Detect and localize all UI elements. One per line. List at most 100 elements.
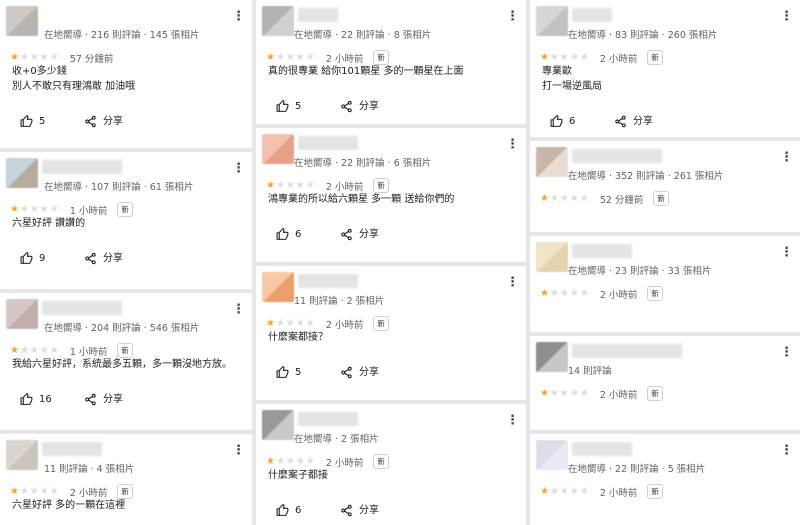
more-options-icon[interactable]: ⋮: [780, 151, 793, 164]
more-options-icon[interactable]: ⋮: [506, 10, 519, 23]
more-options-icon[interactable]: ⋮: [506, 138, 519, 151]
new-badge: 新: [373, 178, 389, 193]
more-options-icon[interactable]: ⋮: [780, 346, 793, 359]
review-time: 57 分鐘前: [69, 53, 114, 65]
like-count: 5: [295, 101, 302, 112]
like-button[interactable]: 6: [276, 227, 301, 243]
reviewer-name-redacted[interactable]: [42, 301, 122, 315]
like-button[interactable]: 5: [276, 365, 301, 381]
avatar[interactable]: [6, 299, 38, 329]
reviewer-name-redacted[interactable]: [298, 8, 338, 22]
avatar[interactable]: [536, 6, 568, 36]
thumbs-up-icon: [276, 365, 295, 378]
more-options-icon[interactable]: ⋮: [506, 414, 519, 427]
more-options-icon[interactable]: ⋮: [232, 162, 245, 175]
more-options-icon[interactable]: ⋮: [232, 10, 245, 23]
like-button[interactable]: 5: [20, 114, 45, 130]
avatar[interactable]: [262, 272, 294, 302]
like-button[interactable]: 5: [276, 99, 301, 115]
avatar[interactable]: [262, 6, 294, 36]
share-button[interactable]: 分享: [614, 114, 653, 130]
share-icon: [84, 393, 103, 405]
reviewer-name-redacted[interactable]: [42, 160, 122, 174]
review-card: 在地嚮導 · 23 則評論 · 33 張相片 ⋮ ★★★★★ 2 小時前新: [530, 236, 800, 332]
more-options-icon[interactable]: ⋮: [780, 10, 793, 23]
more-options-icon[interactable]: ⋮: [232, 444, 245, 457]
like-button[interactable]: 6: [276, 503, 301, 519]
share-icon: [84, 115, 103, 127]
star-rating: ★★★★★: [540, 388, 590, 399]
new-badge: 新: [647, 484, 663, 499]
like-count: 6: [295, 505, 302, 516]
review-time: 1 小時前: [69, 205, 108, 217]
star-rating: ★★★★★: [266, 180, 316, 191]
review-actions: 5 分享: [20, 114, 242, 130]
more-options-icon[interactable]: ⋮: [780, 444, 793, 457]
review-card: 在地嚮導 · 22 則評論 · 8 張相片 ⋮ ★★★★★ 2 小時前新真的很專業 給…: [256, 0, 526, 124]
more-options-icon[interactable]: ⋮: [506, 276, 519, 289]
rating-row: ★★★★★ 1 小時前新: [10, 199, 133, 217]
review-card: 在地嚮導 · 83 則評論 · 260 張相片 ⋮ ★★★★★ 2 小時前新專業歐 打一…: [530, 0, 800, 137]
more-options-icon[interactable]: ⋮: [232, 303, 245, 316]
reviewer-name-redacted[interactable]: [572, 344, 682, 358]
review-card: 11 則評論 · 2 張相片 ⋮ ★★★★★ 2 小時前新什麼案都接？ 5 分享: [256, 266, 526, 400]
like-button[interactable]: 16: [20, 392, 52, 408]
avatar[interactable]: [262, 410, 294, 440]
share-button[interactable]: 分享: [340, 365, 379, 381]
share-button[interactable]: 分享: [84, 251, 123, 267]
thumbs-up-icon: [20, 392, 39, 405]
reviewer-meta: 在地嚮導 · 107 則評論 · 61 張相片: [44, 182, 194, 193]
review-actions: 6 分享: [550, 114, 790, 130]
share-icon: [84, 252, 103, 264]
review-card: 在地嚮導 · 216 則評論 · 145 張相片 ⋮ ★★★★★ 57 分鐘前 收+0多…: [0, 0, 252, 148]
more-options-icon[interactable]: ⋮: [780, 246, 793, 259]
review-card: 在地嚮導 · 22 則評論 · 5 張相片 ⋮ ★★★★★ 2 小時前新: [530, 434, 800, 525]
avatar[interactable]: [536, 147, 568, 177]
avatar[interactable]: [536, 242, 568, 272]
like-count: 6: [569, 116, 576, 127]
avatar[interactable]: [536, 342, 568, 372]
reviewer-name-redacted[interactable]: [298, 136, 358, 150]
thumbs-up-icon: [276, 227, 295, 240]
reviewer-meta: 在地嚮導 · 2 張相片: [294, 434, 379, 445]
review-actions: 16 分享: [20, 392, 242, 408]
review-time: 2 小時前: [599, 53, 638, 65]
avatar[interactable]: [262, 134, 294, 164]
reviewer-meta: 在地嚮導 · 22 則評論 · 8 張相片: [294, 30, 432, 41]
reviewer-meta: 在地嚮導 · 216 則評論 · 145 張相片: [44, 30, 200, 41]
thumbs-up-icon: [550, 114, 569, 127]
review-time: 2 小時前: [325, 53, 364, 65]
like-button[interactable]: 9: [20, 251, 45, 267]
star-rating: ★★★★★: [10, 486, 60, 497]
avatar[interactable]: [6, 158, 38, 188]
star-rating: ★★★★★: [10, 345, 60, 356]
review-time: 2 小時前: [599, 289, 638, 301]
reviewer-name-redacted[interactable]: [298, 274, 358, 288]
share-button[interactable]: 分享: [340, 227, 379, 243]
reviewer-name-redacted[interactable]: [298, 412, 358, 426]
reviewer-name-redacted[interactable]: [572, 244, 632, 258]
rating-row: ★★★★★ 2 小時前新: [266, 313, 389, 331]
rating-row: ★★★★★ 2 小時前新: [266, 47, 389, 65]
avatar[interactable]: [6, 440, 38, 470]
thumbs-up-icon: [20, 114, 39, 127]
reviewer-name-redacted[interactable]: [572, 149, 662, 163]
star-rating: ★★★★★: [540, 193, 590, 204]
reviewer-name-redacted[interactable]: [42, 442, 102, 456]
share-button[interactable]: 分享: [84, 392, 123, 408]
avatar[interactable]: [6, 6, 38, 36]
new-badge: 新: [373, 316, 389, 331]
thumbs-up-icon: [276, 99, 295, 112]
share-button[interactable]: 分享: [340, 99, 379, 115]
reviewer-name-redacted[interactable]: [572, 8, 612, 22]
reviewer-name-redacted[interactable]: [572, 442, 632, 456]
share-button[interactable]: 分享: [84, 114, 123, 130]
review-card: 在地嚮導 · 2 張相片 ⋮ ★★★★★ 2 小時前新什麼案子都接 6 分享: [256, 404, 526, 525]
review-text: 專業歐: [542, 66, 572, 77]
reviewer-meta: 11 則評論 · 2 張相片: [294, 296, 385, 307]
review-time: 2 小時前: [325, 319, 364, 331]
avatar[interactable]: [536, 440, 568, 470]
share-button[interactable]: 分享: [340, 503, 379, 519]
review-actions: 9 分享: [20, 251, 242, 267]
like-button[interactable]: 6: [550, 114, 575, 130]
